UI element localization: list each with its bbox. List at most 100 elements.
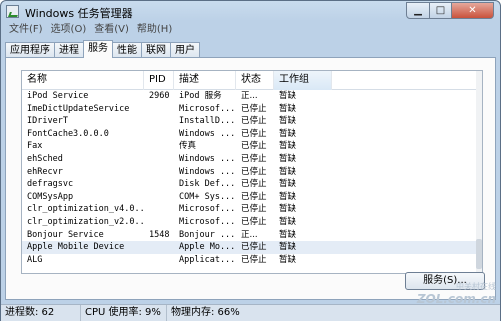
service-pid: 2960 [149,91,170,101]
scrollbar-thumb[interactable] [476,239,482,269]
service-pid [144,241,174,254]
service-pid [144,166,174,179]
list-header: 名称 PID 描述 状态 工作组 [22,71,478,90]
maximize-icon: □ [435,5,446,16]
minimize-icon: ▁ [414,5,422,16]
tab-services[interactable]: 服务 [83,40,113,58]
column-header-group[interactable]: 工作组 [274,71,332,90]
status-process-count: 进程数: 62 [1,305,81,321]
task-manager-window: Windows 任务管理器 ▁ □ ✕ 文件(F) 选项(O) 查看(V) 帮助… [0,0,501,321]
table-row[interactable]: Fax 传真 已停止 暂缺 [22,140,478,153]
table-row[interactable]: COMSysApp COM+ Sys... 已停止 暂缺 [22,191,478,204]
service-name: ehRecvr [27,166,63,177]
service-group: 暂缺 [279,128,297,139]
service-description: Applicat... [179,254,236,265]
service-group: 暂缺 [279,229,297,240]
vertical-scrollbar[interactable] [476,71,482,273]
service-status: 已停止 [241,204,267,215]
status-bar: 进程数: 62 CPU 使用率: 9% 物理内存: 66% [1,304,500,321]
maximize-button[interactable]: □ [430,2,452,19]
service-group: 暂缺 [279,153,297,164]
service-status: 已停止 [241,103,267,114]
service-group: 暂缺 [279,242,297,253]
table-row[interactable]: FontCache3.0.0.0 Windows ... 已停止 暂缺 [22,128,478,141]
menu-options[interactable]: 选项(O) [47,23,91,37]
watermark-top: 中关村在线 [456,282,496,291]
tab-processes[interactable]: 进程 [54,42,84,58]
service-name: COMSysApp [27,191,74,202]
service-status: 正... [241,91,258,101]
table-row[interactable]: Apple Mobile Device Apple Mo... 已停止 暂缺 [22,241,478,254]
service-pid [144,140,174,153]
service-name: ImeDictUpdateService [27,103,130,114]
service-description: Windows ... [179,128,236,139]
service-name: iPod Service [27,91,89,101]
table-row[interactable]: IDriverT InstallD... 已停止 暂缺 [22,115,478,128]
close-button[interactable]: ✕ [452,2,494,19]
service-pid [144,128,174,141]
services-panel: 名称 PID 描述 状态 工作组 iPod Service 2960 iPod 服务… [5,57,496,300]
table-row[interactable]: ALG Applicat... 已停止 暂缺 [22,254,478,267]
service-description: Disk Def... [179,179,236,190]
table-row[interactable]: clr_optimization_v2.0... Microsof... 已停止 暂缺 [22,216,478,229]
service-description: Apple Mo... [179,242,236,253]
service-status: 正... [241,229,258,240]
column-header-description[interactable]: 描述 [174,71,236,90]
service-group: 暂缺 [279,91,297,101]
service-status: 已停止 [241,216,267,227]
column-header-filler [332,71,478,90]
tab-applications[interactable]: 应用程序 [5,42,55,58]
service-description: Microsof... [179,103,236,114]
service-description: Microsof... [179,204,236,215]
table-row[interactable]: ehSched Windows ... 已停止 暂缺 [22,153,478,166]
column-header-name[interactable]: 名称 [22,71,144,90]
service-name: IDriverT [27,116,68,127]
task-manager-icon [6,5,19,18]
services-list[interactable]: 名称 PID 描述 状态 工作组 iPod Service 2960 iPod 服务… [21,70,483,274]
table-row[interactable]: defragsvc Disk Def... 已停止 暂缺 [22,178,478,191]
table-row[interactable]: clr_optimization_v4.0... Microsof... 已停止 暂缺 [22,203,478,216]
service-pid [144,153,174,166]
table-row[interactable]: ImeDictUpdateService Microsof... 已停止 暂缺 [22,103,478,116]
service-pid: 1548 [149,229,170,240]
service-description: Microsof... [179,216,236,227]
table-row[interactable]: Bonjour Service 1548 Bonjour ... 正... 暂缺 [22,229,478,242]
window-controls: ▁ □ ✕ [406,2,494,19]
service-status: 已停止 [241,141,267,152]
menu-bar: 文件(F) 选项(O) 查看(V) 帮助(H) [5,23,176,37]
service-description: 传真 [179,141,197,152]
service-group: 暂缺 [279,179,297,190]
service-status: 已停止 [241,128,267,139]
menu-file[interactable]: 文件(F) [5,23,47,37]
menu-help[interactable]: 帮助(H) [133,23,176,37]
minimize-button[interactable]: ▁ [406,2,430,19]
table-row[interactable]: iPod Service 2960 iPod 服务 正... 暂缺 [22,90,478,103]
tab-networking[interactable]: 联网 [141,42,171,58]
menu-view[interactable]: 查看(V) [90,23,133,37]
service-group: 暂缺 [279,141,297,152]
column-header-pid[interactable]: PID [144,71,174,90]
status-memory-usage: 物理内存: 66% [171,307,240,318]
service-description: InstallD... [179,116,236,127]
service-pid [144,191,174,204]
service-group: 暂缺 [279,204,297,215]
service-group: 暂缺 [279,116,297,127]
table-row[interactable]: ehRecvr Windows ... 已停止 暂缺 [22,166,478,179]
service-group: 暂缺 [279,254,297,265]
watermark: 中关村在线 ZOL.com.cn [417,281,496,306]
service-group: 暂缺 [279,103,297,114]
service-description: Windows ... [179,153,236,164]
service-status: 已停止 [241,191,267,202]
service-description: COM+ Sys... [179,191,236,202]
service-name: Fax [27,141,43,152]
service-name: defragsvc [27,179,74,190]
tab-performance[interactable]: 性能 [112,42,142,58]
service-pid [144,254,174,267]
column-header-status[interactable]: 状态 [236,71,274,90]
tab-users[interactable]: 用户 [170,42,200,58]
service-description: iPod 服务 [179,91,222,101]
service-name: ALG [27,254,43,265]
service-pid [144,178,174,191]
title-bar[interactable]: Windows 任务管理器 ▁ □ ✕ [1,1,500,23]
service-name: Apple Mobile Device [27,242,125,253]
